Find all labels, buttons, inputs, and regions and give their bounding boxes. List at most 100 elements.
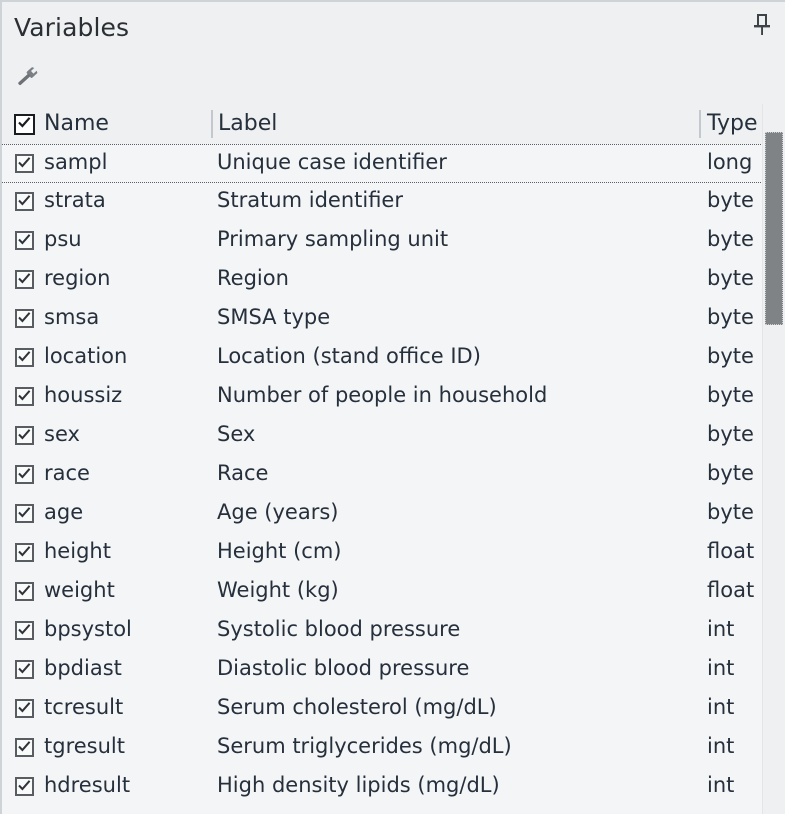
table-row[interactable]: hdresult High density lipids (mg/dL) int [2,768,785,807]
cell-variable-label: Diastolic blood pressure [217,656,692,680]
row-checkbox[interactable] [15,270,34,289]
row-checkbox[interactable] [15,309,34,328]
cell-variable-label: Unique case identifier [217,150,692,174]
table-row[interactable]: bpdiast Diastolic blood pressure int [2,651,785,690]
table-row[interactable]: psu Primary sampling unit byte [2,222,785,261]
cell-variable-name: smsa [44,305,204,329]
row-checkbox[interactable] [15,192,34,211]
row-checkbox[interactable] [15,660,34,679]
cell-variable-label: Race [217,461,692,485]
table-row[interactable]: sampl Unique case identifier long [2,144,785,183]
table-row[interactable]: age Age (years) byte [2,495,785,534]
cell-variable-type: int [707,617,767,641]
row-checkbox[interactable] [15,582,34,601]
pushpin-icon[interactable] [748,11,776,39]
table-row[interactable]: race Race byte [2,456,785,495]
table-row[interactable]: tcresult Serum cholesterol (mg/dL) int [2,690,785,729]
row-checkbox[interactable] [15,387,34,406]
table-row[interactable]: heightHeight (cm)float [2,534,785,573]
cell-variable-label: Number of people in household [217,383,692,407]
cell-variable-name: location [44,344,204,368]
cell-variable-label: Systolic blood pressure [217,617,692,641]
table-row[interactable]: sex Sexbyte [2,417,785,456]
cell-variable-name: region [44,266,204,290]
cell-variable-label: Stratum identifier [217,188,692,212]
cell-variable-name: tcresult [44,695,204,719]
filter-row [2,52,785,102]
row-checkbox[interactable] [15,777,34,796]
cell-variable-name: height [44,539,204,563]
cell-variable-type: byte [707,227,767,251]
cell-variable-type: byte [707,266,767,290]
cell-variable-name: bpdiast [44,656,204,680]
table-row[interactable]: region Region byte [2,261,785,300]
row-checkbox[interactable] [15,426,34,445]
cell-variable-name: houssiz [44,383,204,407]
cell-variable-type: byte [707,422,767,446]
cell-variable-name: tgresult [44,734,204,758]
select-all-checkbox[interactable] [14,114,35,135]
cell-variable-type: byte [707,305,767,329]
cell-variable-name: strata [44,188,204,212]
row-checkbox[interactable] [15,348,34,367]
cell-variable-name: race [44,461,204,485]
table-header: Name Label Type [2,104,785,145]
table-row[interactable]: tgresult Serum triglycerides (mg/dL) int [2,729,785,768]
variables-panel: Variables [0,0,785,814]
cell-variable-label: Serum triglycerides (mg/dL) [217,734,692,758]
row-checkbox[interactable] [15,465,34,484]
cell-variable-label: SMSA type [217,305,692,329]
column-header-label[interactable]: Label [218,111,277,136]
cell-variable-label: High density lipids (mg/dL) [217,773,692,797]
cell-variable-name: weight [44,578,204,602]
cell-variable-type: long [707,150,767,174]
row-checkbox[interactable] [15,504,34,523]
cell-variable-name: sex [44,422,204,446]
cell-variable-label: Serum cholesterol (mg/dL) [217,695,692,719]
cell-variable-type: float [707,578,767,602]
page-title: Variables [14,13,129,42]
cell-variable-name: psu [44,227,204,251]
row-checkbox[interactable] [15,154,34,173]
cell-variable-type: byte [707,461,767,485]
cell-variable-type: int [707,773,767,797]
cell-variable-label: Region [217,266,692,290]
table-row[interactable]: location Location (stand office ID) byte [2,339,785,378]
cell-variable-type: int [707,695,767,719]
table-row[interactable]: bpsystol Systolic blood pressure int [2,612,785,651]
wrench-icon[interactable] [14,64,42,92]
cell-variable-name: age [44,500,204,524]
row-checkbox[interactable] [15,621,34,640]
cell-variable-name: bpsystol [44,617,204,641]
variables-list: sampl Unique case identifier long strata Str… [2,144,785,814]
cell-variable-type: int [707,734,767,758]
scrollbar-thumb[interactable] [765,132,783,324]
row-checkbox[interactable] [15,543,34,562]
cell-variable-type: byte [707,344,767,368]
cell-variable-type: int [707,656,767,680]
table-row[interactable]: weight Weight (kg) float [2,573,785,612]
vertical-scrollbar[interactable] [762,104,785,814]
header-separator-name-label[interactable] [211,110,213,138]
table-row[interactable]: smsa SMSA type byte [2,300,785,339]
column-header-type[interactable]: Type [707,111,758,136]
panel-titlebar: Variables [2,2,785,52]
cell-variable-label: Age (years) [217,500,692,524]
cell-variable-type: byte [707,188,767,212]
cell-variable-label: Height (cm) [217,539,692,563]
cell-variable-type: byte [707,383,767,407]
column-header-name[interactable]: Name [44,111,109,136]
cell-variable-name: hdresult [44,773,204,797]
table-row[interactable]: houssiz Number of people in household byte [2,378,785,417]
row-checkbox[interactable] [15,738,34,757]
cell-variable-type: byte [707,500,767,524]
cell-variable-label: Primary sampling unit [217,227,692,251]
row-checkbox[interactable] [15,231,34,250]
row-checkbox[interactable] [15,699,34,718]
cell-variable-label: Location (stand office ID) [217,344,692,368]
header-separator-label-type[interactable] [699,110,701,138]
cell-variable-label: Sex [217,422,692,446]
table-row[interactable]: strata Stratum identifier byte [2,183,785,222]
cell-variable-name: sampl [44,150,204,174]
cell-variable-label: Weight (kg) [217,578,692,602]
